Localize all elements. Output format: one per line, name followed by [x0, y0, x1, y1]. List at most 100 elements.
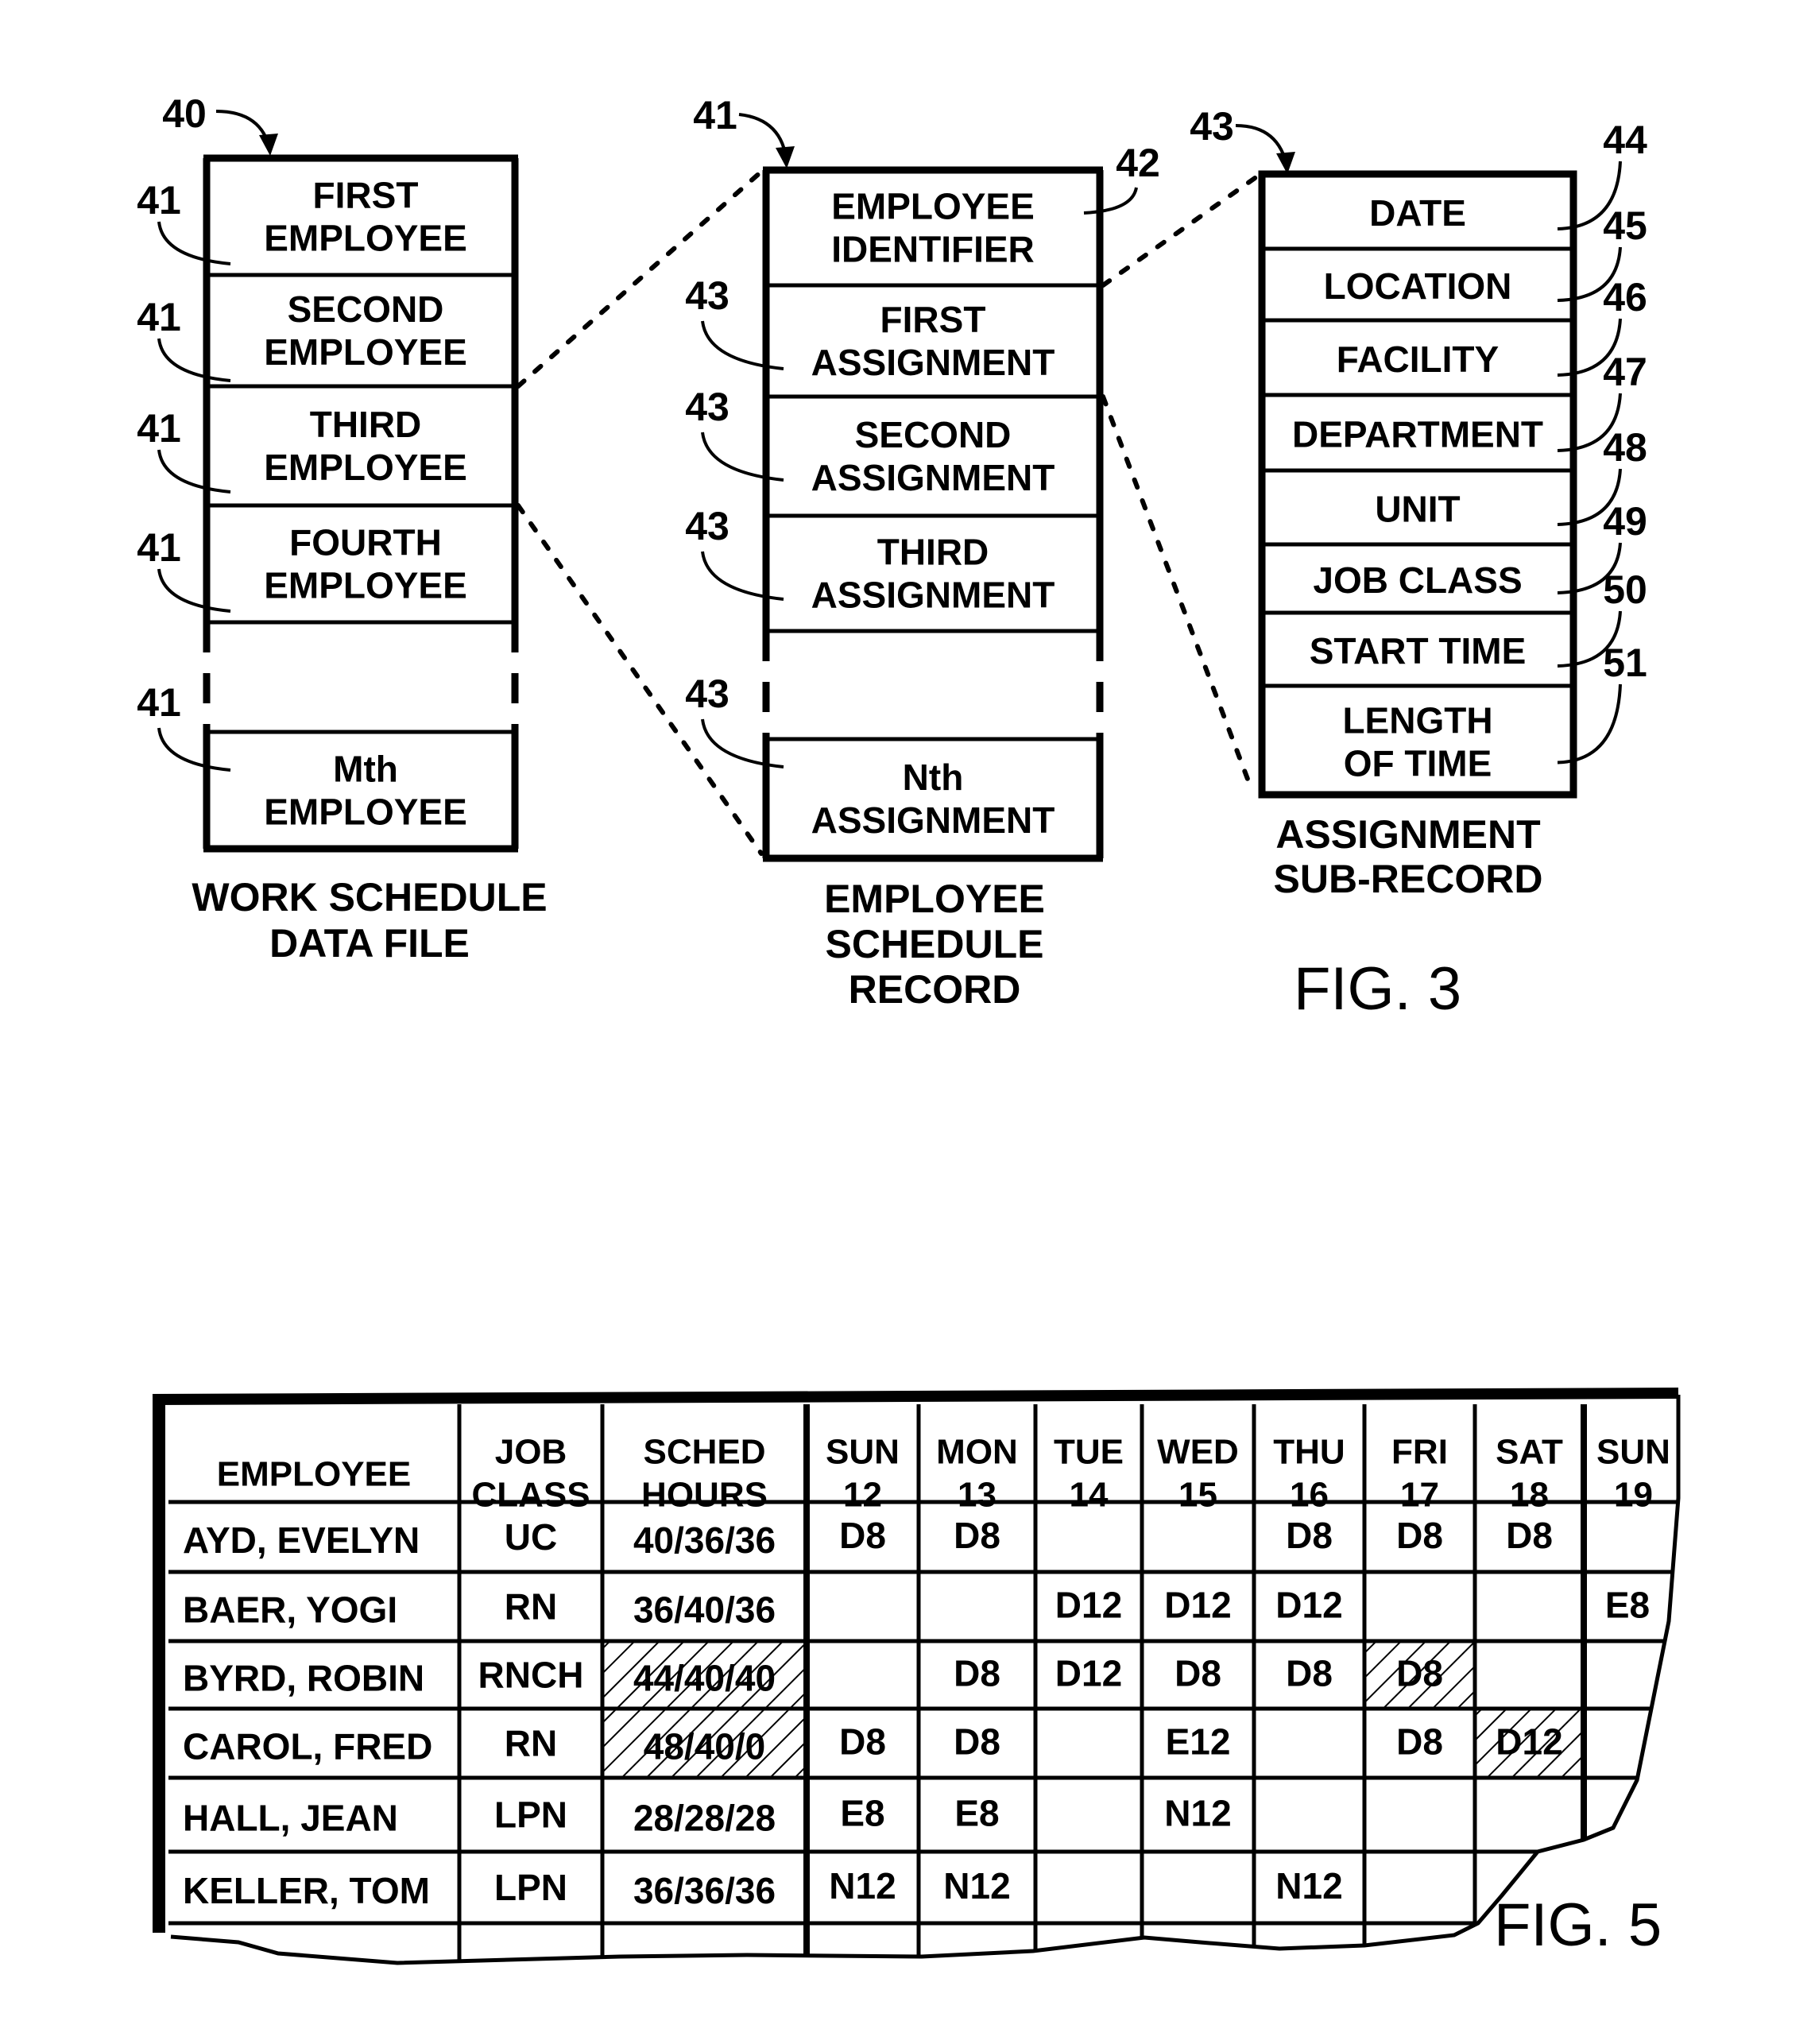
- fig5-schedule-table: EMPLOYEE JOB CLASS SCHED HOURS SUN 12 MON 13 TUE 1…: [152, 1388, 1701, 1965]
- reference-numeral: 41: [693, 93, 737, 137]
- column-header-text: 16: [1290, 1476, 1329, 1515]
- shift-code: N12: [829, 1865, 896, 1907]
- job-class: RN: [505, 1723, 557, 1764]
- box-caption: WORK SCHEDULEDATA FILE: [192, 875, 547, 966]
- subrecord-field-label: OF TIME: [1344, 743, 1492, 784]
- column-header-text: 15: [1178, 1476, 1217, 1515]
- reference-numeral: 41: [137, 178, 181, 223]
- shift-code: D8: [1175, 1653, 1221, 1694]
- fig3-label: FIG. 3: [1294, 955, 1461, 1023]
- leader-line: [1557, 683, 1622, 765]
- subrecord-field-label: LENGTH: [1342, 700, 1492, 741]
- reference-numeral: 43: [685, 504, 729, 548]
- column-header-text: 13: [958, 1476, 997, 1515]
- job-class: LPN: [494, 1867, 567, 1908]
- subrecord-field-label: JOB CLASS: [1313, 559, 1522, 601]
- subrecord-field-label: DATE: [1369, 192, 1466, 234]
- record-row-label: EMPLOYEE: [264, 331, 467, 373]
- shift-code: D8: [1396, 1653, 1443, 1694]
- column-header-text: CLASS: [471, 1476, 590, 1515]
- column-header-text: SUN: [826, 1433, 900, 1472]
- shift-code: D8: [1506, 1515, 1553, 1556]
- reference-numeral: 51: [1603, 641, 1647, 685]
- record-row-label: FIRST: [880, 299, 986, 340]
- dotted-expansion-line: [1101, 174, 1260, 288]
- column-header-text: 14: [1070, 1476, 1109, 1515]
- column-header-text: JOB: [495, 1433, 567, 1472]
- table-row: HALL, JEAN LPN 28/28/28 E8 E8 N12: [183, 1793, 1232, 1839]
- column-header-text: WED: [1157, 1433, 1239, 1472]
- scheduled-hours: 36/40/36: [633, 1589, 776, 1631]
- reference-numeral: 40: [162, 91, 207, 136]
- record-row-label: EMPLOYEE: [264, 447, 467, 488]
- employee-name: HALL, JEAN: [183, 1798, 398, 1839]
- record-row-label: SECOND: [288, 288, 444, 330]
- scheduled-hours: 28/28/28: [633, 1798, 776, 1839]
- leader-line: [701, 718, 784, 768]
- dotted-expansion-line: [1101, 394, 1255, 794]
- reference-numeral: 41: [137, 525, 181, 570]
- shift-code: E8: [954, 1793, 999, 1834]
- pointer-arrow: [738, 113, 788, 164]
- reference-numeral: 49: [1603, 499, 1647, 544]
- column-header-text: 17: [1400, 1476, 1439, 1515]
- reference-numeral: 42: [1116, 141, 1160, 185]
- table-row: CAROL, FRED RN 48/40/0 D8 D8 E12 D8 D12: [183, 1721, 1563, 1767]
- column-header-text: TUE: [1054, 1433, 1124, 1472]
- record-row-label: FIRST: [313, 175, 419, 216]
- column-header: EMPLOYEE: [217, 1455, 412, 1494]
- scheduled-hours: 48/40/0: [644, 1726, 765, 1767]
- fig5-label: FIG. 5: [1494, 1891, 1662, 1959]
- employee-name: CAROL, FRED: [183, 1726, 432, 1767]
- reference-numeral: 44: [1603, 118, 1647, 162]
- shift-code: D8: [1396, 1515, 1443, 1556]
- job-class: RN: [505, 1586, 557, 1628]
- reference-numeral: 43: [685, 385, 729, 429]
- record-row-label: EMPLOYEE: [264, 792, 467, 833]
- column-header-text: MON: [936, 1433, 1018, 1472]
- leader-line: [701, 551, 784, 601]
- record-row-label: EMPLOYEE: [831, 186, 1035, 227]
- subrecord-field-label: LOCATION: [1324, 265, 1512, 307]
- leader-line: [157, 568, 231, 613]
- scheduled-hours: 44/40/40: [633, 1658, 776, 1699]
- caption-line: ASSIGNMENT: [1275, 812, 1540, 857]
- leader-line: [157, 449, 231, 494]
- employee-name: BAER, YOGI: [183, 1589, 397, 1631]
- subrecord-field-label: FACILITY: [1337, 339, 1499, 380]
- pointer-arrow: [215, 110, 272, 152]
- caption-line: SUB-RECORD: [1274, 857, 1543, 901]
- table-row: KELLER, TOM LPN 36/36/36 N12 N12 N12: [183, 1865, 1343, 1911]
- caption-line: RECORD: [849, 967, 1021, 1012]
- record-row-label: SECOND: [855, 414, 1012, 455]
- record-row-label: Nth: [903, 757, 964, 798]
- record-row-label: ASSIGNMENT: [811, 799, 1055, 841]
- pointer-arrow: [1235, 124, 1289, 169]
- shift-code: D8: [1286, 1515, 1333, 1556]
- record-row-label: ASSIGNMENT: [811, 575, 1055, 616]
- reference-numeral: 41: [137, 295, 181, 339]
- scheduled-hours: 36/36/36: [633, 1870, 776, 1911]
- record-row-label: IDENTIFIER: [831, 229, 1035, 270]
- record-row-label: ASSIGNMENT: [811, 457, 1055, 498]
- shift-code: D8: [839, 1515, 886, 1556]
- shift-code: E8: [840, 1793, 884, 1834]
- reference-numeral: 45: [1603, 203, 1647, 248]
- caption-line: DATA FILE: [269, 921, 470, 966]
- patent-figures: FIRSTEMPLOYEE41SECONDEMPLOYEE41THIRDEMPL…: [137, 91, 1701, 1965]
- job-class: LPN: [494, 1794, 567, 1836]
- box-caption: EMPLOYEESCHEDULERECORD: [824, 877, 1045, 1012]
- assignment-sub-record: DATE 44 LOCATION 45 FACILITY 46 DEPARTMENT 47 UN…: [1190, 104, 1647, 901]
- record-row-label: THIRD: [310, 404, 422, 445]
- record-row-label: EMPLOYEE: [264, 565, 467, 606]
- record-row-label: Mth: [333, 749, 398, 790]
- caption-line: SCHEDULE: [825, 922, 1043, 966]
- shift-code: N12: [1164, 1793, 1231, 1834]
- job-class: UC: [505, 1516, 557, 1558]
- arrowhead-icon: [776, 146, 795, 168]
- record-row-label: ASSIGNMENT: [811, 342, 1055, 383]
- table-row: BAER, YOGI RN 36/40/36 D12 D12 D12 E8: [183, 1585, 1650, 1631]
- reference-numeral: 47: [1603, 350, 1647, 394]
- column-header-text: SCHED: [643, 1433, 765, 1472]
- arrowhead-icon: [259, 134, 278, 156]
